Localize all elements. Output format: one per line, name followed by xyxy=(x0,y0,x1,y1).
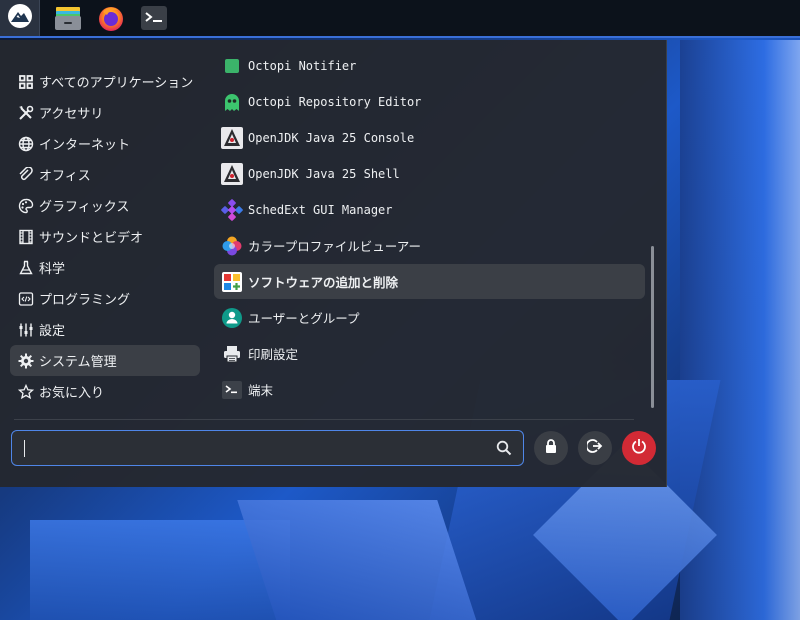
category-label: オフィス xyxy=(39,169,91,184)
app-launcher-button[interactable] xyxy=(0,0,40,36)
search-input[interactable] xyxy=(12,431,489,465)
text-cursor xyxy=(24,440,25,457)
search-bar xyxy=(11,430,524,466)
app-openjdk-shell[interactable]: OpenJDK Java 25 Shell xyxy=(214,156,645,191)
java-icon xyxy=(220,126,244,150)
terminal-icon[interactable] xyxy=(139,3,169,33)
app-label: OpenJDK Java 25 Console xyxy=(248,130,415,145)
category-science[interactable]: 科学 xyxy=(10,252,200,283)
app-label: 印刷設定 xyxy=(248,347,299,362)
java-icon xyxy=(220,162,244,186)
category-system-admin[interactable]: システム管理 xyxy=(10,345,200,376)
logout-icon xyxy=(585,438,603,458)
lock-button[interactable] xyxy=(534,431,568,465)
firefox-icon[interactable] xyxy=(96,3,126,33)
power-button[interactable] xyxy=(622,431,656,465)
octopi-notifier-icon xyxy=(220,54,244,78)
power-icon xyxy=(631,438,647,458)
app-label: カラープロファイルビューアー xyxy=(248,239,422,254)
app-list-scrollbar[interactable] xyxy=(651,246,654,408)
app-users-and-groups[interactable]: ユーザーとグループ xyxy=(214,300,645,335)
terminal-icon xyxy=(220,378,244,402)
logout-button[interactable] xyxy=(578,431,612,465)
app-label: 端末 xyxy=(248,383,274,398)
octopi-icon xyxy=(220,90,244,114)
category-settings[interactable]: 設定 xyxy=(10,314,200,345)
category-label: 設定 xyxy=(39,324,66,339)
file-manager-icon[interactable] xyxy=(53,3,83,33)
category-label: サウンドとビデオ xyxy=(39,231,144,246)
app-label: ソフトウェアの追加と削除 xyxy=(248,275,399,290)
schedext-icon xyxy=(220,198,244,222)
code-icon xyxy=(17,290,35,308)
category-label: 科学 xyxy=(39,262,66,277)
taskbar xyxy=(0,0,800,38)
app-octopi-repository-editor[interactable]: Octopi Repository Editor xyxy=(214,84,645,119)
users-icon xyxy=(220,306,244,330)
app-color-profile-viewer[interactable]: カラープロファイルビューアー xyxy=(214,228,645,263)
search-icon[interactable] xyxy=(489,433,519,463)
app-schedext-gui-manager[interactable]: SchedExt GUI Manager xyxy=(214,192,645,227)
gear-icon xyxy=(17,352,35,370)
category-label: グラフィックス xyxy=(39,200,130,215)
category-label: システム管理 xyxy=(39,355,117,370)
category-graphics[interactable]: グラフィックス xyxy=(10,190,200,221)
app-openjdk-console[interactable]: OpenJDK Java 25 Console xyxy=(214,120,645,155)
film-icon xyxy=(17,228,35,246)
sliders-icon xyxy=(17,321,35,339)
app-label: OpenJDK Java 25 Shell xyxy=(248,166,400,181)
printer-icon xyxy=(220,342,244,366)
lock-icon xyxy=(543,438,559,458)
app-label: Octopi Notifier xyxy=(248,58,357,73)
category-label: インターネット xyxy=(39,138,131,153)
divider xyxy=(14,419,634,420)
category-all-applications[interactable]: すべてのアプリケーション xyxy=(10,66,200,97)
app-label: SchedExt GUI Manager xyxy=(248,202,393,217)
app-octopi-notifier[interactable]: Octopi Notifier xyxy=(214,50,645,83)
wallpaper-shape xyxy=(237,500,483,620)
flask-icon xyxy=(17,259,35,277)
grid-icon xyxy=(17,73,35,91)
category-programming[interactable]: プログラミング xyxy=(10,283,200,314)
category-label: お気に入り xyxy=(39,386,105,401)
color-profile-icon xyxy=(220,234,244,258)
paperclip-icon xyxy=(17,166,35,184)
category-label: アクセサリ xyxy=(39,107,104,122)
category-accessories[interactable]: アクセサリ xyxy=(10,97,200,128)
category-label: すべてのアプリケーション xyxy=(39,76,194,91)
app-add-remove-software[interactable]: ソフトウェアの追加と削除 xyxy=(214,264,645,299)
star-icon xyxy=(17,383,35,401)
app-print-settings[interactable]: 印刷設定 xyxy=(214,336,645,371)
app-list: Octopi Notifier Octopi Repository Editor… xyxy=(214,50,646,422)
category-list: すべてのアプリケーション アクセサリ インターネット オフィス グラフィックス xyxy=(10,66,200,407)
category-internet[interactable]: インターネット xyxy=(10,128,200,159)
category-office[interactable]: オフィス xyxy=(10,159,200,190)
palette-icon xyxy=(17,197,35,215)
app-label: ユーザーとグループ xyxy=(248,311,360,326)
application-menu: すべてのアプリケーション アクセサリ インターネット オフィス グラフィックス xyxy=(0,40,667,487)
globe-icon xyxy=(17,135,35,153)
software-icon xyxy=(220,270,244,294)
app-terminal[interactable]: 端末 xyxy=(214,372,645,407)
app-label: Octopi Repository Editor xyxy=(248,94,422,109)
category-favorites[interactable]: お気に入り xyxy=(10,376,200,407)
category-sound-video[interactable]: サウンドとビデオ xyxy=(10,221,200,252)
distro-logo-icon xyxy=(7,3,33,33)
tools-icon xyxy=(17,104,35,122)
category-label: プログラミング xyxy=(39,293,131,308)
